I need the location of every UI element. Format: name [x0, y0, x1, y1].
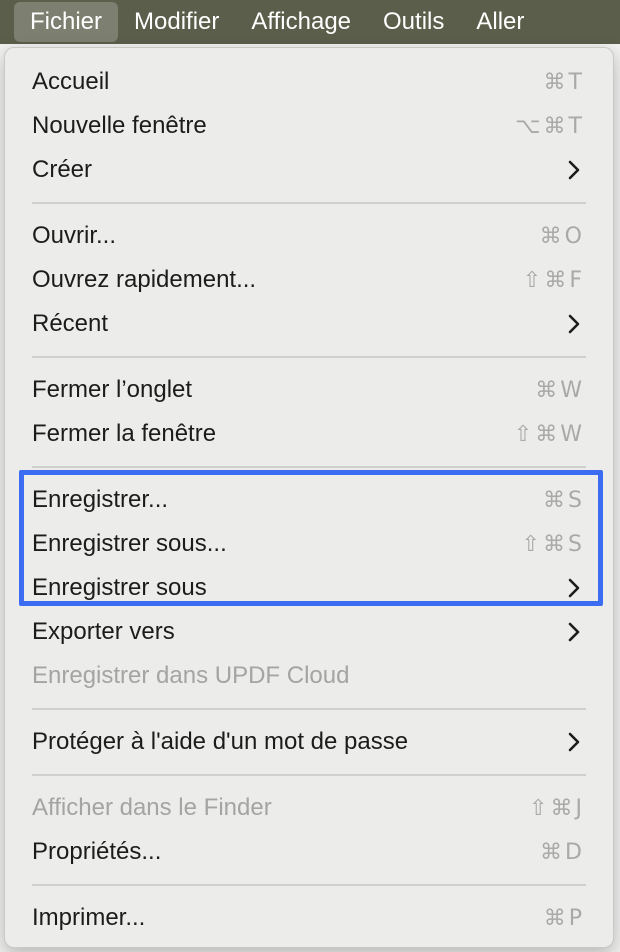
menu-item-label: Enregistrer dans UPDF Cloud [32, 662, 350, 689]
menu-bar: Fichier Modifier Affichage Outils Aller [0, 0, 620, 44]
menu-item-proprietes[interactable]: Propriétés... ⌘D [5, 830, 613, 874]
shortcut-label: ⇧⌘F [522, 267, 585, 293]
shortcut-label: ⌘T [543, 69, 585, 95]
menu-item-fermer-fenetre[interactable]: Fermer la fenêtre ⇧⌘W [5, 412, 613, 456]
menu-separator [32, 774, 586, 776]
menu-item-creer[interactable]: Créer [5, 148, 613, 192]
menu-item-label: Protéger à l'aide d'un mot de passe [32, 728, 409, 755]
menu-item-label: Nouvelle fenêtre [32, 112, 207, 139]
menu-item-label: Ouvrez rapidement... [32, 266, 257, 293]
menu-item-label: Fermer la fenêtre [32, 420, 217, 447]
menu-item-label: Ouvrir... [32, 222, 117, 249]
menubar-item-outils[interactable]: Outils [367, 0, 460, 44]
menu-separator [32, 708, 586, 710]
menu-item-proteger-mot-de-passe[interactable]: Protéger à l'aide d'un mot de passe [5, 720, 613, 764]
menu-item-label: Propriétés... [32, 838, 162, 865]
menu-item-recent[interactable]: Récent [5, 302, 613, 346]
menu-item-label: Exporter vers [32, 618, 175, 645]
menubar-item-affichage[interactable]: Affichage [235, 0, 367, 44]
shortcut-label: ⌘O [539, 223, 585, 249]
shortcut-label: ⌘D [540, 839, 585, 865]
menu-item-ouvrir[interactable]: Ouvrir... ⌘O [5, 214, 613, 258]
menu-separator [32, 356, 586, 358]
menu-item-label: Récent [32, 310, 109, 337]
chevron-right-icon [568, 314, 580, 334]
menubar-item-fichier[interactable]: Fichier [14, 2, 119, 42]
menu-item-label: Créer [32, 156, 93, 183]
menu-item-nouvelle-fenetre[interactable]: Nouvelle fenêtre ⌥⌘T [5, 104, 613, 148]
menu-separator [32, 884, 586, 886]
shortcut-label: ⇧⌘W [513, 421, 585, 447]
menu-separator [32, 466, 586, 468]
chevron-right-icon [568, 622, 580, 642]
menu-item-ouvrez-rapidement[interactable]: Ouvrez rapidement... ⇧⌘F [5, 258, 613, 302]
menu-item-label: Accueil [32, 68, 110, 95]
menu-item-exporter-vers[interactable]: Exporter vers [5, 610, 613, 654]
menubar-item-modifier[interactable]: Modifier [118, 0, 235, 44]
shortcut-label: ⌘P [543, 905, 585, 931]
menu-item-accueil[interactable]: Accueil ⌘T [5, 60, 613, 104]
menu-separator [32, 202, 586, 204]
menu-item-imprimer[interactable]: Imprimer... ⌘P [5, 896, 613, 940]
menu-item-enregistrer-updf-cloud: Enregistrer dans UPDF Cloud [5, 654, 613, 698]
menubar-item-aller[interactable]: Aller [460, 0, 540, 44]
menu-item-fermer-onglet[interactable]: Fermer l’onglet ⌘W [5, 368, 613, 412]
menu-item-label: Fermer l’onglet [32, 376, 193, 403]
menu-item-label: Imprimer... [32, 904, 146, 931]
shortcut-label: ⇧⌘J [529, 795, 585, 821]
chevron-right-icon [568, 160, 580, 180]
chevron-right-icon [568, 732, 580, 752]
menu-item-afficher-finder: Afficher dans le Finder ⇧⌘J [5, 786, 613, 830]
file-menu-dropdown: Accueil ⌘T Nouvelle fenêtre ⌥⌘T Créer Ou… [4, 47, 614, 948]
menu-item-label: Afficher dans le Finder [32, 794, 272, 821]
shortcut-label: ⌥⌘T [515, 113, 585, 139]
annotation-highlight-box [19, 470, 603, 606]
shortcut-label: ⌘W [535, 377, 585, 403]
